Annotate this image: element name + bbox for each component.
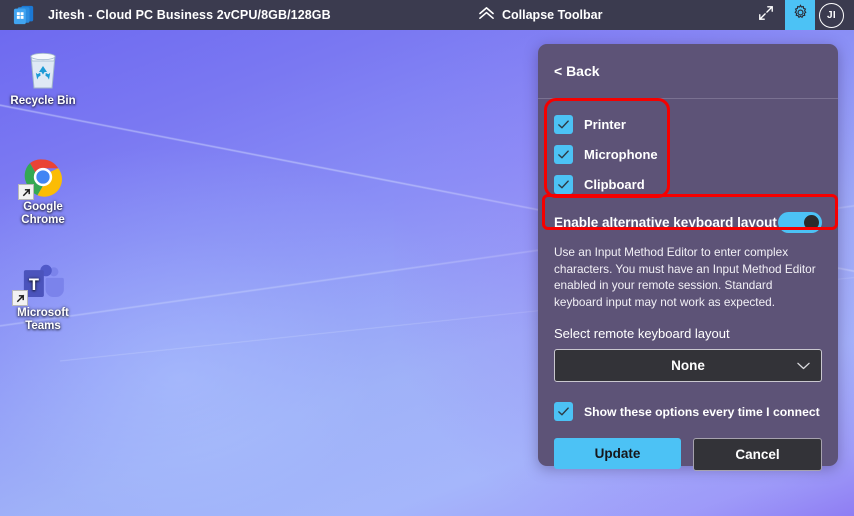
desktop-icon-google-chrome[interactable]: Google Chrome [2,152,84,227]
session-settings-panel: < Back Printer Microphone Clipboard Enab… [538,44,838,471]
dropdown-selected-value: None [671,358,705,373]
checkbox-printer[interactable] [554,114,573,134]
toggle-knob [804,214,819,230]
select-remote-keyboard-layout-label: Select remote keyboard layout [554,326,730,341]
keyboard-layout-description: Use an Input Method Editor to enter comp… [554,245,816,309]
back-label: < Back [554,63,600,79]
double-chevron-up-icon [478,6,495,24]
avatar-initials: JI [827,9,836,21]
google-chrome-icon [2,152,84,200]
checkbox-clipboard[interactable] [554,174,573,194]
desktop-icon-microsoft-teams[interactable]: T Microsoft Teams [2,258,84,333]
desktop-icon-label: Microsoft Teams [17,307,69,332]
checkbox-microphone[interactable] [554,144,573,164]
desktop-icon-label: Google Chrome [21,201,65,226]
checkbox-row-clipboard[interactable]: Clipboard [554,169,822,199]
cancel-button[interactable]: Cancel [693,438,822,471]
remote-desktop-session-screen: Recycle Bin Google Chrome T Microsoft Te… [0,0,854,516]
gear-icon [792,4,809,26]
settings-panel-body: Printer Microphone Clipboard Enable alte… [538,99,838,471]
checkbox-row-printer[interactable]: Printer [554,109,822,139]
toolbar-actions: JI [751,0,854,30]
cloud-pc-windows-icon [12,4,36,26]
back-button[interactable]: < Back [538,44,838,99]
microsoft-teams-icon: T [2,258,84,306]
shortcut-overlay-icon [12,290,28,306]
alternative-keyboard-layout-toggle[interactable] [778,211,822,233]
alternative-keyboard-layout-label: Enable alternative keyboard layout [554,214,777,230]
session-toolbar: Jitesh - Cloud PC Business 2vCPU/8GB/128… [0,0,854,30]
session-title: Jitesh - Cloud PC Business 2vCPU/8GB/128… [48,8,331,22]
user-avatar[interactable]: JI [819,2,844,28]
settings-button[interactable] [785,0,815,30]
chevron-down-icon [797,361,810,370]
alternative-keyboard-layout-row: Enable alternative keyboard layout [554,207,822,237]
checkbox-label-show-options: Show these options every time I connect [584,404,820,419]
expand-diagonal-arrows-icon [758,5,774,26]
checkbox-show-options[interactable] [554,402,573,421]
checkbox-label-microphone: Microphone [584,146,658,162]
recycle-bin-icon [2,46,84,92]
fullscreen-button[interactable] [751,0,781,30]
collapse-toolbar-button[interactable]: Collapse Toolbar [478,6,602,24]
update-button[interactable]: Update [554,438,681,469]
checkbox-row-show-options[interactable]: Show these options every time I connect [554,402,822,421]
desktop-icon-recycle-bin[interactable]: Recycle Bin [2,46,84,108]
checkbox-row-microphone[interactable]: Microphone [554,139,822,169]
checkbox-label-clipboard: Clipboard [584,176,645,192]
svg-text:T: T [29,275,39,294]
desktop-icon-label: Recycle Bin [10,95,76,107]
remote-keyboard-layout-dropdown[interactable]: None [554,349,822,382]
collapse-toolbar-label: Collapse Toolbar [502,8,603,22]
shortcut-overlay-icon [18,184,34,200]
checkbox-label-printer: Printer [584,116,626,132]
panel-action-buttons: Update Cancel [554,438,822,471]
